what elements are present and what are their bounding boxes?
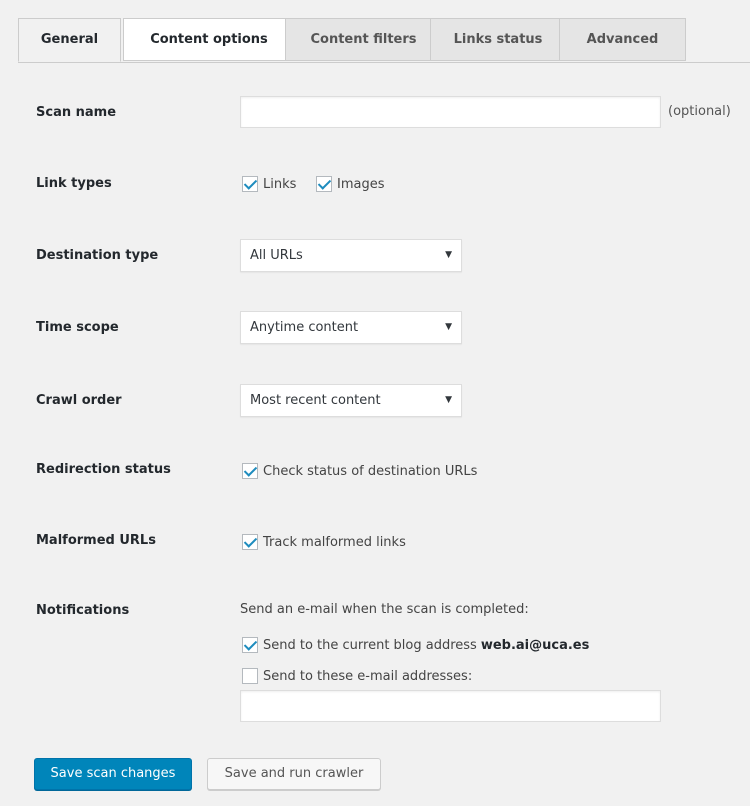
- crawl-order-label: Crawl order: [36, 393, 122, 408]
- link-types-links-option[interactable]: Links: [242, 176, 296, 192]
- tab-advanced[interactable]: Advanced: [559, 18, 686, 61]
- notifications-label: Notifications: [36, 603, 130, 618]
- malformed-urls-option[interactable]: Track malformed links: [242, 534, 406, 550]
- tab-content-options[interactable]: Content options: [123, 18, 295, 61]
- redirection-status-option-label: Check status of destination URLs: [263, 463, 478, 479]
- tab-bar: General Content options Content filters …: [18, 18, 750, 63]
- dropdown-arrow-icon: ▼: [445, 322, 452, 332]
- redirection-status-checkbox[interactable]: [242, 463, 258, 479]
- dropdown-arrow-icon: ▼: [445, 250, 452, 260]
- dropdown-arrow-icon: ▼: [445, 395, 452, 405]
- notify-blog-option[interactable]: Send to the current blog address web.ai@…: [242, 637, 589, 653]
- malformed-urls-checkbox[interactable]: [242, 534, 258, 550]
- scan-name-input[interactable]: [240, 96, 661, 128]
- scan-name-label: Scan name: [36, 105, 117, 120]
- tab-general[interactable]: General: [18, 18, 121, 62]
- tab-links-status[interactable]: Links status: [430, 18, 566, 61]
- blog-email: web.ai@uca.es: [480, 637, 590, 653]
- link-types-images-option[interactable]: Images: [316, 176, 385, 192]
- links-option-label: Links: [263, 176, 297, 192]
- links-checkbox[interactable]: [242, 176, 258, 192]
- time-scope-select[interactable]: Anytime content ▼: [240, 311, 462, 344]
- redirection-status-option[interactable]: Check status of destination URLs: [242, 463, 477, 479]
- malformed-urls-option-label: Track malformed links: [263, 534, 406, 550]
- notify-custom-label: Send to these e-mail addresses:: [263, 668, 473, 684]
- images-option-label: Images: [337, 176, 385, 192]
- crawl-order-select[interactable]: Most recent content ▼: [240, 384, 462, 417]
- redirection-status-label: Redirection status: [36, 462, 171, 477]
- scan-name-hint: (optional): [668, 104, 731, 119]
- destination-type-label: Destination type: [36, 248, 159, 263]
- tab-content-filters[interactable]: Content filters: [285, 18, 442, 61]
- notify-custom-option[interactable]: Send to these e-mail addresses:: [242, 668, 472, 684]
- destination-type-value: All URLs: [250, 248, 303, 263]
- save-and-run-crawler-button[interactable]: Save and run crawler: [207, 758, 381, 790]
- notify-blog-label: Send to the current blog address: [263, 637, 477, 653]
- images-checkbox[interactable]: [316, 176, 332, 192]
- malformed-urls-label: Malformed URLs: [36, 533, 156, 548]
- notify-custom-checkbox[interactable]: [242, 668, 258, 684]
- notifications-description: Send an e-mail when the scan is complete…: [240, 602, 529, 617]
- notify-blog-checkbox[interactable]: [242, 637, 258, 653]
- save-scan-changes-button[interactable]: Save scan changes: [34, 758, 192, 790]
- time-scope-value: Anytime content: [250, 320, 359, 335]
- crawl-order-value: Most recent content: [250, 393, 381, 408]
- link-types-label: Link types: [36, 176, 112, 191]
- custom-emails-input[interactable]: [240, 690, 661, 722]
- time-scope-label: Time scope: [36, 320, 119, 335]
- destination-type-select[interactable]: All URLs ▼: [240, 239, 462, 272]
